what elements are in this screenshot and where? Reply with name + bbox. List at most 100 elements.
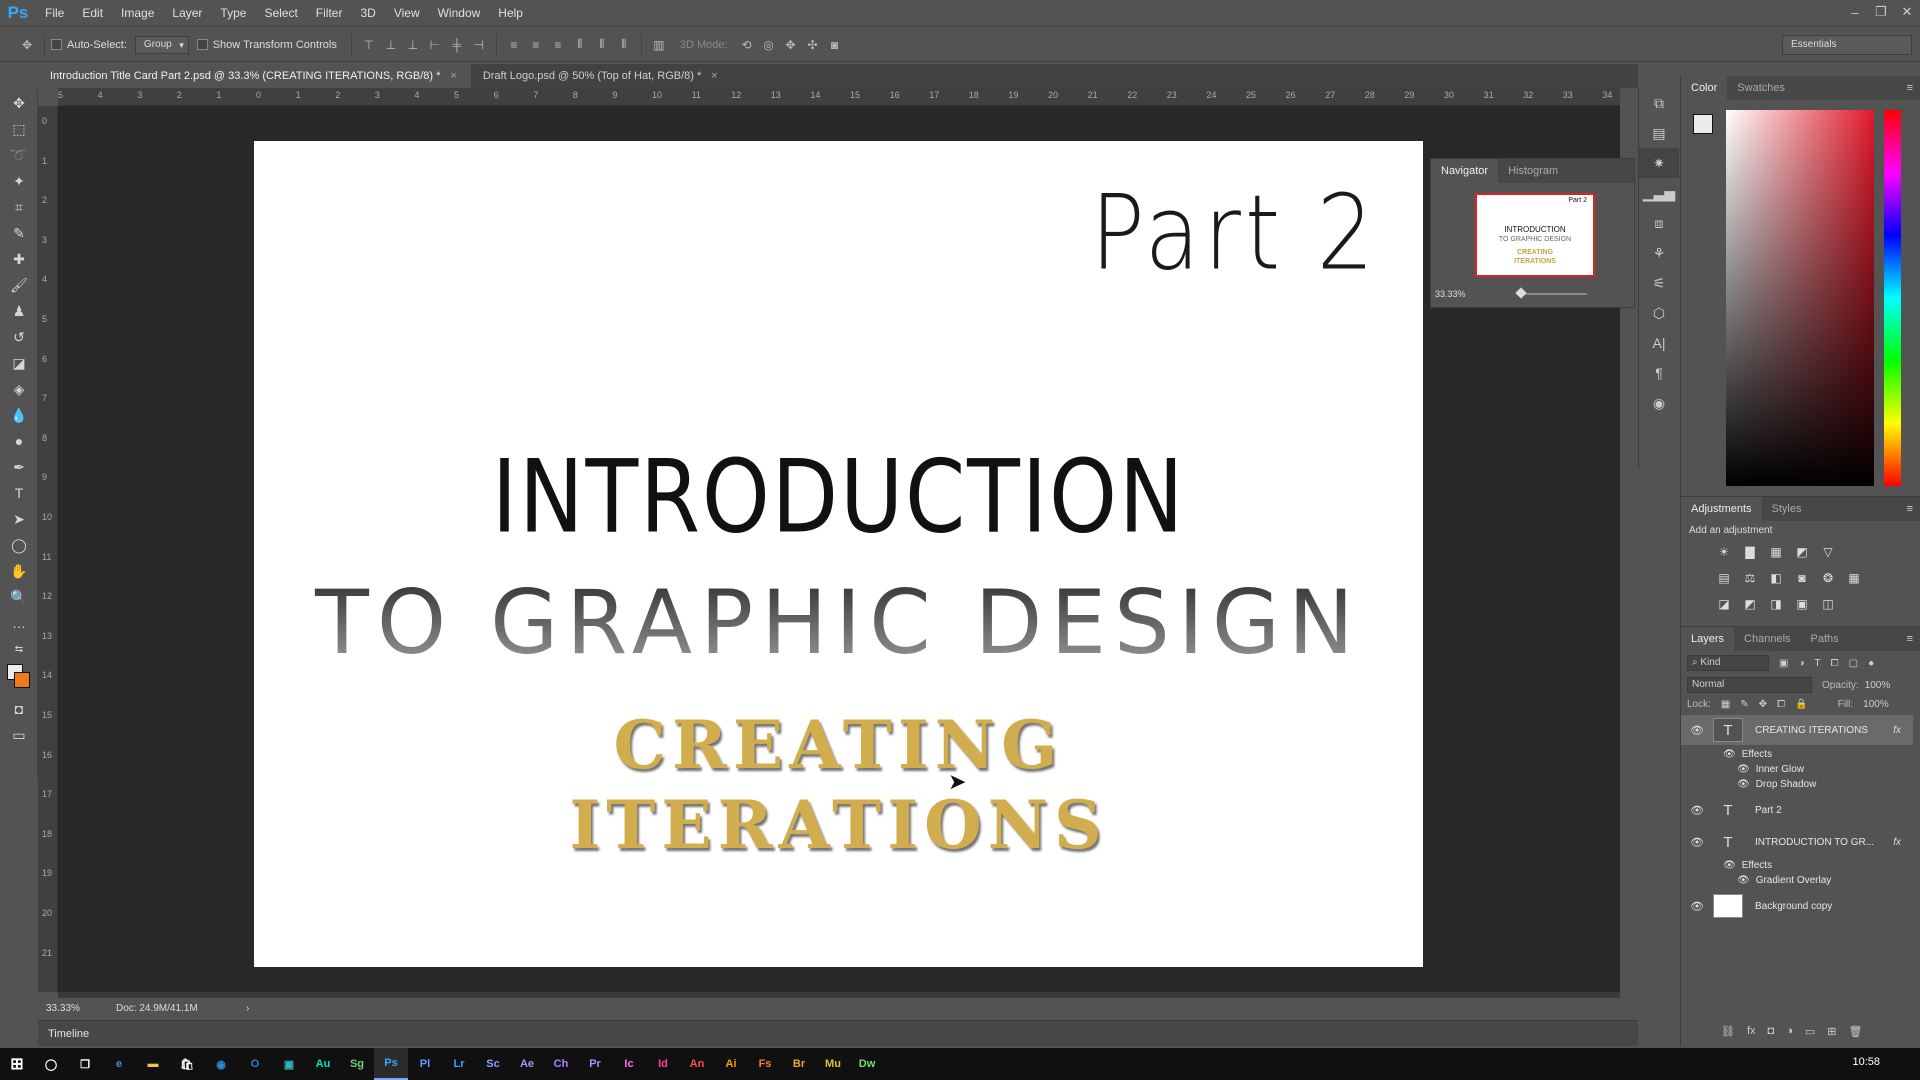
eraser-icon[interactable]: ◪ — [0, 350, 38, 376]
indesign-icon[interactable]: Id — [646, 1048, 680, 1080]
tab-close-icon[interactable]: × — [450, 64, 456, 88]
menu-help[interactable]: Help — [489, 0, 532, 27]
tab-draft-logo[interactable]: Draft Logo.psd @ 50% (Top of Hat, RGB/8)… — [471, 64, 732, 88]
tab-styles[interactable]: Styles — [1762, 497, 1812, 521]
effect-gradient-overlay[interactable]: 👁 Gradient Overlay — [1737, 875, 1831, 886]
ellipse-tool-icon[interactable]: ◯ — [0, 532, 38, 558]
eye-icon[interactable]: 👁 — [1737, 779, 1750, 790]
photoshop-icon[interactable]: Ps — [374, 1048, 408, 1080]
store-icon[interactable]: 🛍 — [170, 1048, 204, 1080]
task-view-icon[interactable]: ❐ — [68, 1048, 102, 1080]
browser-icon[interactable]: ◉ — [204, 1048, 238, 1080]
histogram-panel-icon[interactable]: ▁▃▅ — [1639, 178, 1679, 208]
fuse-icon[interactable]: Fs — [748, 1048, 782, 1080]
muse-icon[interactable]: Mu — [816, 1048, 850, 1080]
timeline-panel[interactable]: Timeline — [38, 1020, 1638, 1046]
align-right-icon[interactable]: ⊣ — [468, 34, 490, 56]
exposure-icon[interactable]: ◩ — [1789, 542, 1815, 562]
illustrator-icon[interactable]: Ai — [714, 1048, 748, 1080]
brush-presets-icon[interactable]: ⚘ — [1639, 238, 1679, 268]
3d-rotate-icon[interactable]: ⟲ — [736, 34, 758, 56]
tab-histogram[interactable]: Histogram — [1498, 159, 1568, 183]
scout-icon[interactable]: Sc — [476, 1048, 510, 1080]
selective-color-icon[interactable]: ◫ — [1815, 594, 1841, 614]
vibrance-icon[interactable]: ▽ — [1815, 542, 1841, 562]
clone-source-icon[interactable]: ⧈ — [1639, 208, 1679, 238]
swap-colors-icon[interactable]: ⇆ — [0, 636, 38, 662]
hue-saturation-icon[interactable]: ▤ — [1711, 568, 1737, 588]
layer-background-copy[interactable]: 👁 Background copy — [1681, 891, 1913, 921]
speedgrade-icon[interactable]: Sg — [340, 1048, 374, 1080]
effects-header[interactable]: 👁 Effects — [1723, 860, 1772, 871]
search-icon[interactable]: ◯ — [34, 1048, 68, 1080]
navigator-panel-icon[interactable]: ✷ — [1639, 148, 1679, 178]
background-color-swatch[interactable] — [14, 672, 30, 688]
tab-title-card[interactable]: Introduction Title Card Part 2.psd @ 33.… — [38, 64, 471, 88]
brightness-icon[interactable]: ☀ — [1711, 542, 1737, 562]
lock-transparent-icon[interactable]: ▦ — [1721, 699, 1730, 710]
lasso-tool-icon[interactable]: ➰ — [0, 142, 38, 168]
menu-layer[interactable]: Layer — [163, 0, 211, 27]
photo-filter-icon[interactable]: ◙ — [1789, 568, 1815, 588]
eye-icon[interactable]: 👁 — [1687, 724, 1707, 737]
blend-mode-dropdown[interactable]: Normal — [1687, 677, 1812, 693]
file-explorer-icon[interactable]: ▬ — [136, 1048, 170, 1080]
screen-mode-icon[interactable]: ▭ — [0, 722, 38, 748]
magic-wand-icon[interactable]: ✦ — [0, 168, 38, 194]
align-top-icon[interactable]: ⊤ — [358, 34, 380, 56]
eye-icon[interactable]: 👁 — [1737, 764, 1750, 775]
layer-introduction[interactable]: 👁 T INTRODUCTION TO GR... fx — [1681, 827, 1913, 857]
eyedropper-icon[interactable]: ✎ — [0, 220, 38, 246]
dreamweaver-icon[interactable]: Dw — [850, 1048, 884, 1080]
menu-file[interactable]: File — [36, 0, 73, 27]
tab-layers[interactable]: Layers — [1681, 627, 1735, 651]
after-effects-icon[interactable]: Ae — [510, 1048, 544, 1080]
audition-icon[interactable]: Au — [306, 1048, 340, 1080]
align-vcenter-icon[interactable]: ⊥ — [380, 34, 402, 56]
quick-mask-icon[interactable]: ◘ — [0, 696, 38, 722]
3d-pan-icon[interactable]: ✥ — [780, 34, 802, 56]
healing-brush-icon[interactable]: ✚ — [0, 246, 38, 272]
start-icon[interactable]: ⊞ — [0, 1048, 34, 1080]
3d-panel-icon[interactable]: ⬡ — [1639, 298, 1679, 328]
lock-artboard-icon[interactable]: ⧠ — [1777, 699, 1785, 710]
fx-icon[interactable]: fx — [1893, 837, 1901, 848]
effect-drop-shadow[interactable]: 👁 Drop Shadow — [1737, 779, 1816, 790]
filter-toggle-icon[interactable]: ● — [1868, 658, 1874, 669]
fill-value[interactable]: 100% — [1863, 699, 1889, 710]
document-canvas[interactable]: Part 2 INTRODUCTION TO GRAPHIC DESIGN CR… — [254, 141, 1423, 967]
vertical-ruler[interactable]: 0 1 2 3 4 5 6 7 8 9 10 11 12 13 14 15 16 17 18 19 20 21 — [38, 106, 58, 992]
tab-close-icon[interactable]: × — [711, 64, 717, 88]
distribute-bottom-icon[interactable]: ≡ — [547, 34, 569, 56]
channel-mixer-icon[interactable]: ❂ — [1815, 568, 1841, 588]
tab-adjustments[interactable]: Adjustments — [1681, 497, 1762, 521]
panel-menu-icon[interactable]: ≡ — [1907, 503, 1913, 515]
add-style-icon[interactable]: fx — [1747, 1025, 1756, 1038]
lock-pixels-icon[interactable]: ✎ — [1740, 699, 1748, 710]
auto-select-dropdown[interactable]: Group — [134, 35, 189, 54]
clone-stamp-icon[interactable]: ♟ — [0, 298, 38, 324]
navigator-zoom[interactable]: 33.33% — [1435, 289, 1466, 299]
properties-panel-icon[interactable]: ▤ — [1639, 118, 1679, 148]
auto-align-icon[interactable]: ▥ — [648, 34, 670, 56]
curves-icon[interactable]: ▦ — [1763, 542, 1789, 562]
canvas-area[interactable]: Part 2 INTRODUCTION TO GRAPHIC DESIGN CR… — [58, 106, 1620, 992]
menu-select[interactable]: Select — [255, 0, 306, 27]
menu-type[interactable]: Type — [211, 0, 255, 27]
move-tool-icon[interactable]: ✥ — [0, 90, 38, 116]
3d-roll-icon[interactable]: ◎ — [758, 34, 780, 56]
zoom-level[interactable]: 33.33% — [46, 1003, 116, 1014]
eye-icon[interactable]: 👁 — [1687, 836, 1707, 849]
distribute-top-icon[interactable]: ≡ — [503, 34, 525, 56]
type-tool-icon[interactable]: T — [0, 480, 38, 506]
layer-part-2[interactable]: 👁 T Part 2 — [1681, 795, 1913, 825]
blur-tool-icon[interactable]: 💧 — [0, 402, 38, 428]
zoom-slider-knob[interactable] — [1515, 287, 1527, 299]
dodge-tool-icon[interactable]: ● — [0, 428, 38, 454]
align-hcenter-icon[interactable]: ╪ — [446, 34, 468, 56]
layer-creating-iterations[interactable]: 👁 T CREATING ITERATIONS fx — [1681, 715, 1913, 745]
bridge-icon[interactable]: Br — [782, 1048, 816, 1080]
filter-type-icon[interactable]: T — [1815, 658, 1821, 669]
menu-3d[interactable]: 3D — [351, 0, 384, 27]
history-brush-icon[interactable]: ↺ — [0, 324, 38, 350]
